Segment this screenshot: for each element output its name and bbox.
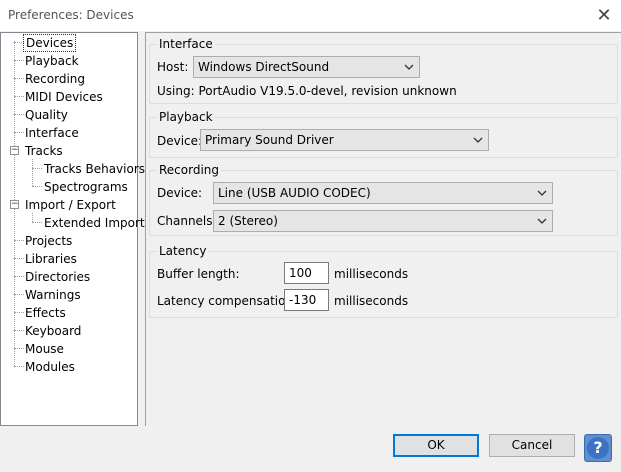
tree-item-quality[interactable]: Quality [23, 106, 70, 124]
tracks-collapse-icon[interactable]: − [10, 146, 19, 155]
recording-device-label: Device: [157, 186, 203, 200]
settings-panel: Interface Host: Windows DirectSound Usin… [145, 32, 621, 426]
ok-button[interactable]: OK [393, 434, 479, 457]
tree-connector [32, 186, 42, 187]
tree-item-recording[interactable]: Recording [23, 70, 87, 88]
channels-select[interactable]: 2 (Stereo) [213, 210, 553, 232]
preferences-tree[interactable]: − − Devices Playback Recording MIDI Devi… [0, 32, 145, 426]
portaudio-info: Using: PortAudio V19.5.0-devel, revision… [157, 84, 457, 98]
tree-item-tracks-behaviors[interactable]: Tracks Behaviors [42, 160, 147, 178]
recording-group-title: Recording [157, 163, 222, 177]
host-select[interactable]: Windows DirectSound [193, 56, 420, 78]
close-icon: ✕ [596, 5, 612, 26]
channels-label: Channels: [157, 214, 217, 228]
import-export-collapse-icon[interactable]: − [10, 200, 19, 209]
interface-group-title: Interface [157, 37, 215, 51]
recording-device-value: Line (USB AUDIO CODEC) [218, 186, 371, 200]
tree-connector [32, 213, 33, 222]
tree-item-playback[interactable]: Playback [23, 52, 81, 70]
tree-connector [32, 159, 33, 186]
window-title: Preferences: Devices [8, 8, 134, 22]
buffer-length-label: Buffer length: [157, 267, 240, 281]
tree-item-libraries[interactable]: Libraries [23, 250, 79, 268]
host-label: Host: [157, 60, 189, 74]
chevron-down-icon [537, 190, 547, 196]
title-bar: Preferences: Devices ✕ [0, 0, 621, 31]
tree-item-effects[interactable]: Effects [23, 304, 68, 322]
tree-item-directories[interactable]: Directories [23, 268, 92, 286]
playback-group-title: Playback [157, 110, 215, 124]
latency-group-title: Latency [157, 244, 209, 258]
channels-value: 2 (Stereo) [218, 214, 278, 228]
chevron-down-icon [404, 64, 414, 70]
tree-item-warnings[interactable]: Warnings [23, 286, 83, 304]
tree-item-projects[interactable]: Projects [23, 232, 74, 250]
tree-item-midi-devices[interactable]: MIDI Devices [23, 88, 105, 106]
recording-device-select[interactable]: Line (USB AUDIO CODEC) [213, 182, 553, 204]
help-button[interactable]: ? [584, 434, 612, 462]
host-value: Windows DirectSound [198, 60, 330, 74]
playback-device-value: Primary Sound Driver [205, 133, 334, 147]
tree-item-modules[interactable]: Modules [23, 358, 77, 376]
chevron-down-icon [537, 218, 547, 224]
chevron-down-icon [473, 137, 483, 143]
tree-connector [32, 168, 42, 169]
cancel-button[interactable]: Cancel [489, 434, 575, 457]
tree-item-devices[interactable]: Devices [23, 34, 77, 52]
buffer-length-unit: milliseconds [334, 267, 409, 281]
tree-item-import-export[interactable]: Import / Export [23, 196, 118, 214]
tree-connector [32, 222, 42, 223]
close-button[interactable]: ✕ [587, 0, 621, 31]
tree-item-tracks[interactable]: Tracks [23, 142, 65, 160]
playback-device-label: Device: [157, 134, 203, 148]
tree-item-extended-import[interactable]: Extended Import [42, 214, 147, 232]
playback-device-select[interactable]: Primary Sound Driver [200, 129, 489, 151]
latency-compensation-label: Latency compensation: [157, 294, 298, 308]
tree-item-mouse[interactable]: Mouse [23, 340, 66, 358]
tree-item-keyboard[interactable]: Keyboard [23, 322, 83, 340]
latency-compensation-unit: milliseconds [334, 294, 409, 308]
help-icon: ? [587, 437, 609, 459]
latency-compensation-input[interactable]: -130 [284, 289, 329, 311]
tree-item-interface[interactable]: Interface [23, 124, 81, 142]
buffer-length-input[interactable]: 100 [284, 262, 329, 284]
tree-item-spectrograms[interactable]: Spectrograms [42, 178, 130, 196]
